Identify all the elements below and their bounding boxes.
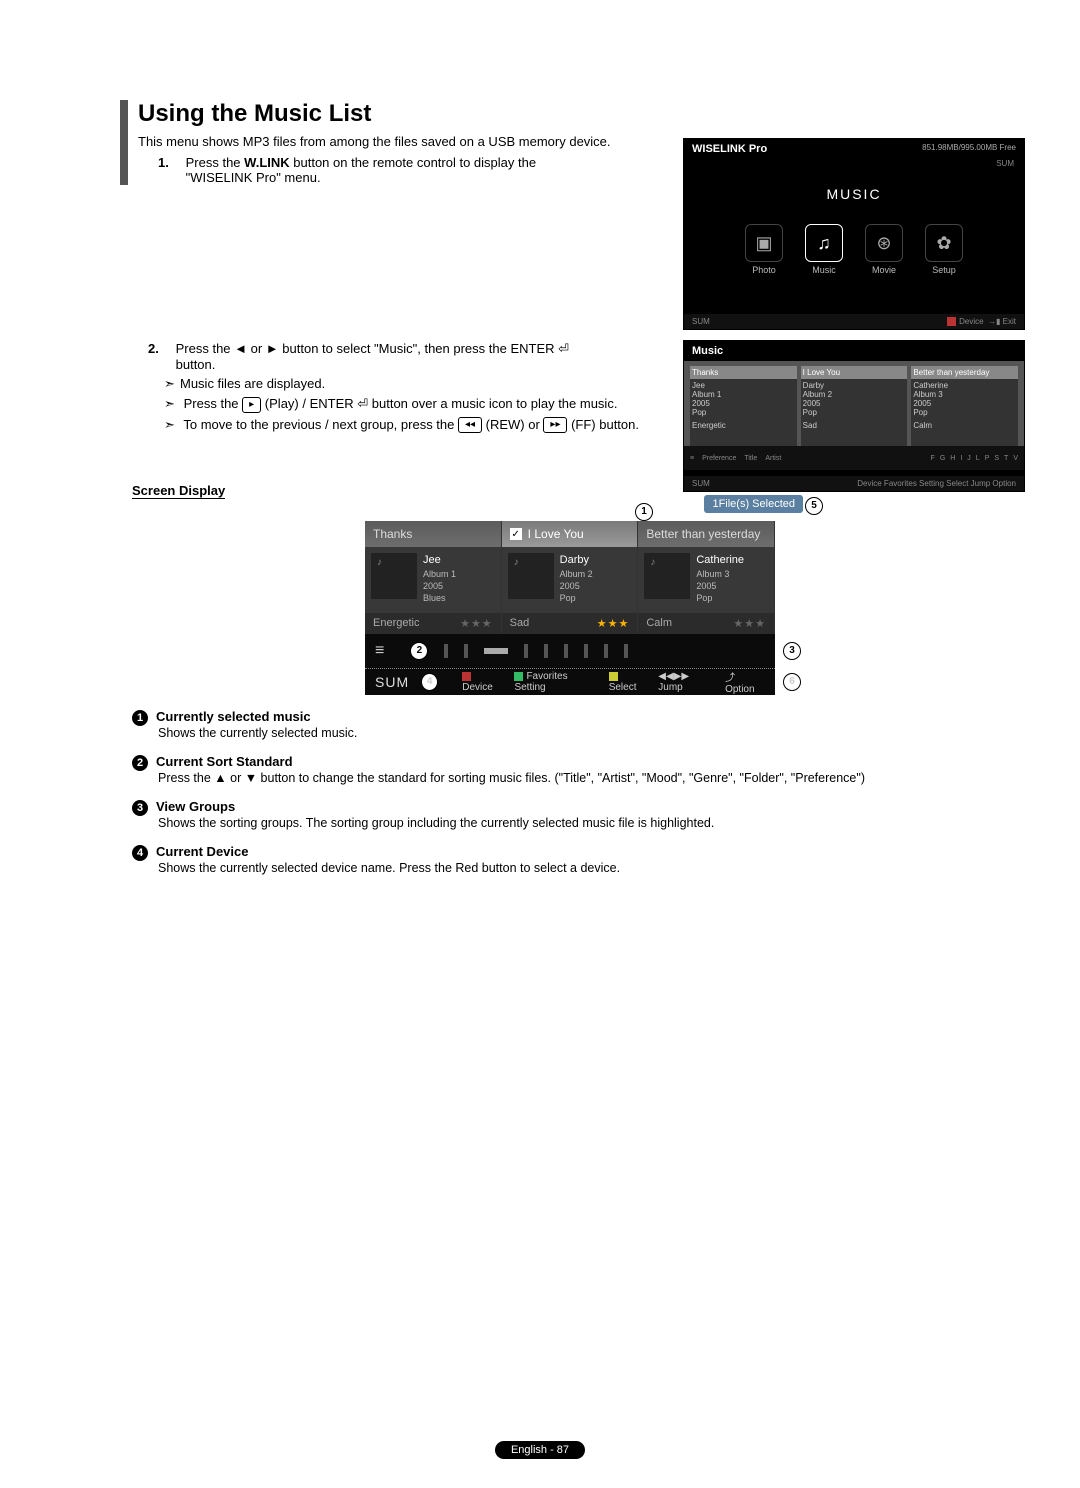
check-icon: ✓ bbox=[510, 528, 522, 540]
legend-3-head: View Groups bbox=[156, 799, 235, 814]
movie-icon: ⊛ bbox=[865, 224, 903, 262]
ss1-foot-right: Device →▮ Exit bbox=[947, 317, 1016, 326]
ss1-header: WISELINK Pro bbox=[692, 143, 767, 155]
card-3-header: Better than yesterday bbox=[638, 521, 774, 547]
callout-5: 5 bbox=[805, 497, 823, 515]
category-setup[interactable]: ✿Setup bbox=[925, 224, 963, 275]
ff-icon: ▸▸ bbox=[543, 417, 567, 433]
category-music[interactable]: ♫Music bbox=[805, 224, 843, 275]
music-card-3[interactable]: Better than yesterday Catherine Album 3 … bbox=[638, 521, 775, 634]
card-1-header: Thanks bbox=[365, 521, 501, 547]
callout-3: 3 bbox=[783, 642, 801, 660]
list-icon: ≡ bbox=[375, 642, 384, 660]
callout-2: 2 bbox=[410, 642, 428, 660]
music-icon: ♫ bbox=[805, 224, 843, 262]
files-selected-badge: 1File(s) Selected bbox=[704, 495, 803, 513]
album-thumb-2 bbox=[508, 553, 554, 599]
music-card-1[interactable]: Thanks Jee Album 1 2005 Blues Energetic★… bbox=[365, 521, 502, 634]
wiselink-pro-menu-screenshot: WISELINK Pro 851.98MB/995.00MB Free SUM … bbox=[683, 138, 1025, 330]
legend-2-head: Current Sort Standard bbox=[156, 754, 293, 769]
ss2-foot-right: Device Favorites Setting Select Jump Opt… bbox=[857, 479, 1016, 488]
play-icon: ▸ bbox=[242, 397, 261, 413]
ss1-foot-device: SUM bbox=[692, 317, 710, 326]
sort-standard-row[interactable]: ≡ 2 3 bbox=[365, 634, 775, 668]
legend-2-body: Press the ▲ or ▼ button to change the st… bbox=[158, 771, 1020, 785]
step-2-text: Press the ◄ or ► button to select "Music… bbox=[176, 341, 596, 372]
category-photo[interactable]: ▣Photo bbox=[745, 224, 783, 275]
step-number-2: 2. bbox=[148, 341, 172, 356]
category-movie[interactable]: ⊛Movie bbox=[865, 224, 903, 275]
legend-3-body: Shows the sorting groups. The sorting gr… bbox=[158, 816, 1020, 830]
music-list-screenshot: Music ThanksJeeAlbum 12005PopEnergetic I… bbox=[683, 340, 1025, 492]
legend-4-body: Shows the currently selected device name… bbox=[158, 861, 1020, 875]
legend-4-head: Current Device bbox=[156, 844, 248, 859]
step-1-text: Press the W.LINK button on the remote co… bbox=[186, 155, 606, 185]
ss2-foot-left: SUM bbox=[692, 479, 710, 488]
album-thumb-1 bbox=[371, 553, 417, 599]
legend-num-4: 4 bbox=[132, 845, 148, 861]
music-tile-3[interactable]: Better than yesterdayCatherineAlbum 3200… bbox=[911, 366, 1018, 446]
album-thumb-3 bbox=[644, 553, 690, 599]
card-2-header: I Love You bbox=[528, 527, 584, 541]
legend-num-2: 2 bbox=[132, 755, 148, 771]
rew-icon: ◂◂ bbox=[458, 417, 482, 433]
step-number-1: 1. bbox=[158, 155, 182, 170]
ss2-sortbar: ≡ Preference Title Artist FGHIJLPSTV bbox=[684, 446, 1024, 470]
legend-1-body: Shows the currently selected music. bbox=[158, 726, 1020, 740]
legend-num-3: 3 bbox=[132, 800, 148, 816]
setup-icon: ✿ bbox=[925, 224, 963, 262]
current-device-label: SUM bbox=[375, 674, 409, 690]
callout-4: 4 bbox=[421, 673, 438, 691]
ss1-main-label: MUSIC bbox=[684, 186, 1024, 202]
callout-6: 6 bbox=[783, 673, 801, 691]
music-card-2-selected[interactable]: ✓I Love You Darby Album 2 2005 Pop Sad★★… bbox=[502, 521, 639, 634]
page-title: Using the Music List bbox=[138, 100, 1020, 128]
music-tile-1[interactable]: ThanksJeeAlbum 12005PopEnergetic bbox=[690, 366, 797, 446]
ss1-sub: SUM bbox=[684, 159, 1024, 168]
legend-num-1: 1 bbox=[132, 710, 148, 726]
screen-display-heading: Screen Display bbox=[132, 483, 225, 499]
legend-1-head: Currently selected music bbox=[156, 709, 311, 724]
ss1-storage: 851.98MB/995.00MB Free bbox=[922, 143, 1016, 155]
ss2-header: Music bbox=[692, 345, 723, 357]
page-footer: English - 87 bbox=[0, 1440, 1080, 1456]
bottom-help-bar: SUM 4 Device Favorites Setting Select ◀◀… bbox=[365, 668, 775, 695]
callout-1: 1 bbox=[635, 503, 653, 521]
music-tile-2[interactable]: I Love YouDarbyAlbum 22005PopSad bbox=[801, 366, 908, 446]
photo-icon: ▣ bbox=[745, 224, 783, 262]
